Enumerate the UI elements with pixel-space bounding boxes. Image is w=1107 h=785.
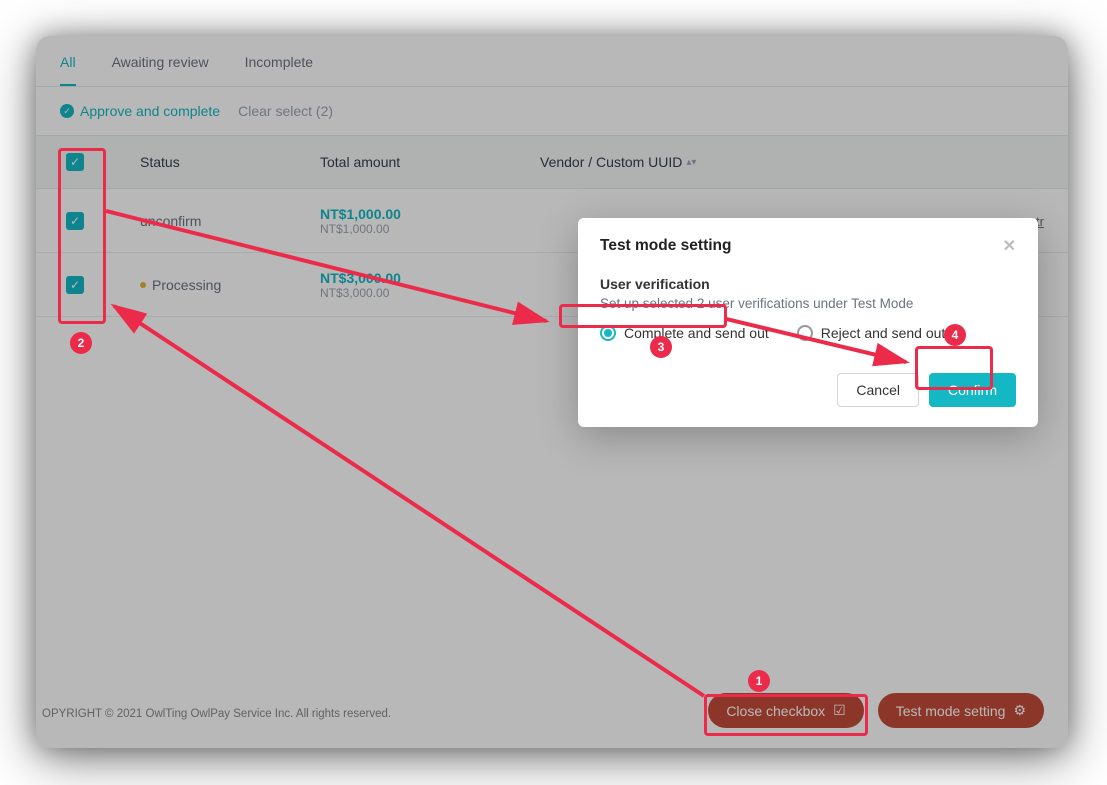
table-header: ✓ Status Total amount Vendor / Custom UU… <box>36 135 1068 189</box>
sort-icon: ▴▾ <box>686 157 696 168</box>
tab-incomplete[interactable]: Incomplete <box>245 54 313 86</box>
modal-title: Test mode setting <box>600 237 731 255</box>
header-amount: Total amount <box>320 154 540 170</box>
annotation-box-checkboxes <box>58 148 106 324</box>
annotation-box-confirm <box>915 346 993 390</box>
tab-awaiting-review[interactable]: Awaiting review <box>112 54 209 86</box>
header-vendor-label: Vendor / Custom UUID <box>540 154 682 170</box>
approve-label: Approve and complete <box>80 103 220 119</box>
tab-all[interactable]: All <box>60 54 76 86</box>
sliders-icon: ⚙ <box>1013 702 1026 719</box>
close-icon[interactable]: ✕ <box>1003 236 1016 256</box>
header-status: Status <box>140 154 320 170</box>
annotation-marker-3: 3 <box>650 336 672 358</box>
clear-select-button[interactable]: Clear select (2) <box>238 103 333 119</box>
annotation-box-radio <box>559 304 727 328</box>
annotation-marker-4: 4 <box>944 324 966 346</box>
check-circle-icon: ✓ <box>60 104 74 118</box>
annotation-marker-2: 2 <box>70 332 92 354</box>
annotation-marker-1: 1 <box>748 670 770 692</box>
modal-section-title: User verification <box>600 276 1016 292</box>
approve-and-complete-button[interactable]: ✓ Approve and complete <box>60 103 220 119</box>
cancel-button[interactable]: Cancel <box>837 373 919 407</box>
action-bar: ✓ Approve and complete Clear select (2) <box>36 87 1068 135</box>
test-mode-setting-button[interactable]: Test mode setting ⚙ <box>878 693 1044 728</box>
test-mode-label: Test mode setting <box>896 703 1006 719</box>
annotation-box-close-checkbox <box>704 694 868 736</box>
header-vendor[interactable]: Vendor / Custom UUID ▴▾ <box>540 154 1044 170</box>
annotation-arrow-icon <box>104 296 724 716</box>
annotation-arrow-icon <box>726 314 926 374</box>
tab-bar: All Awaiting review Incomplete <box>36 36 1068 87</box>
